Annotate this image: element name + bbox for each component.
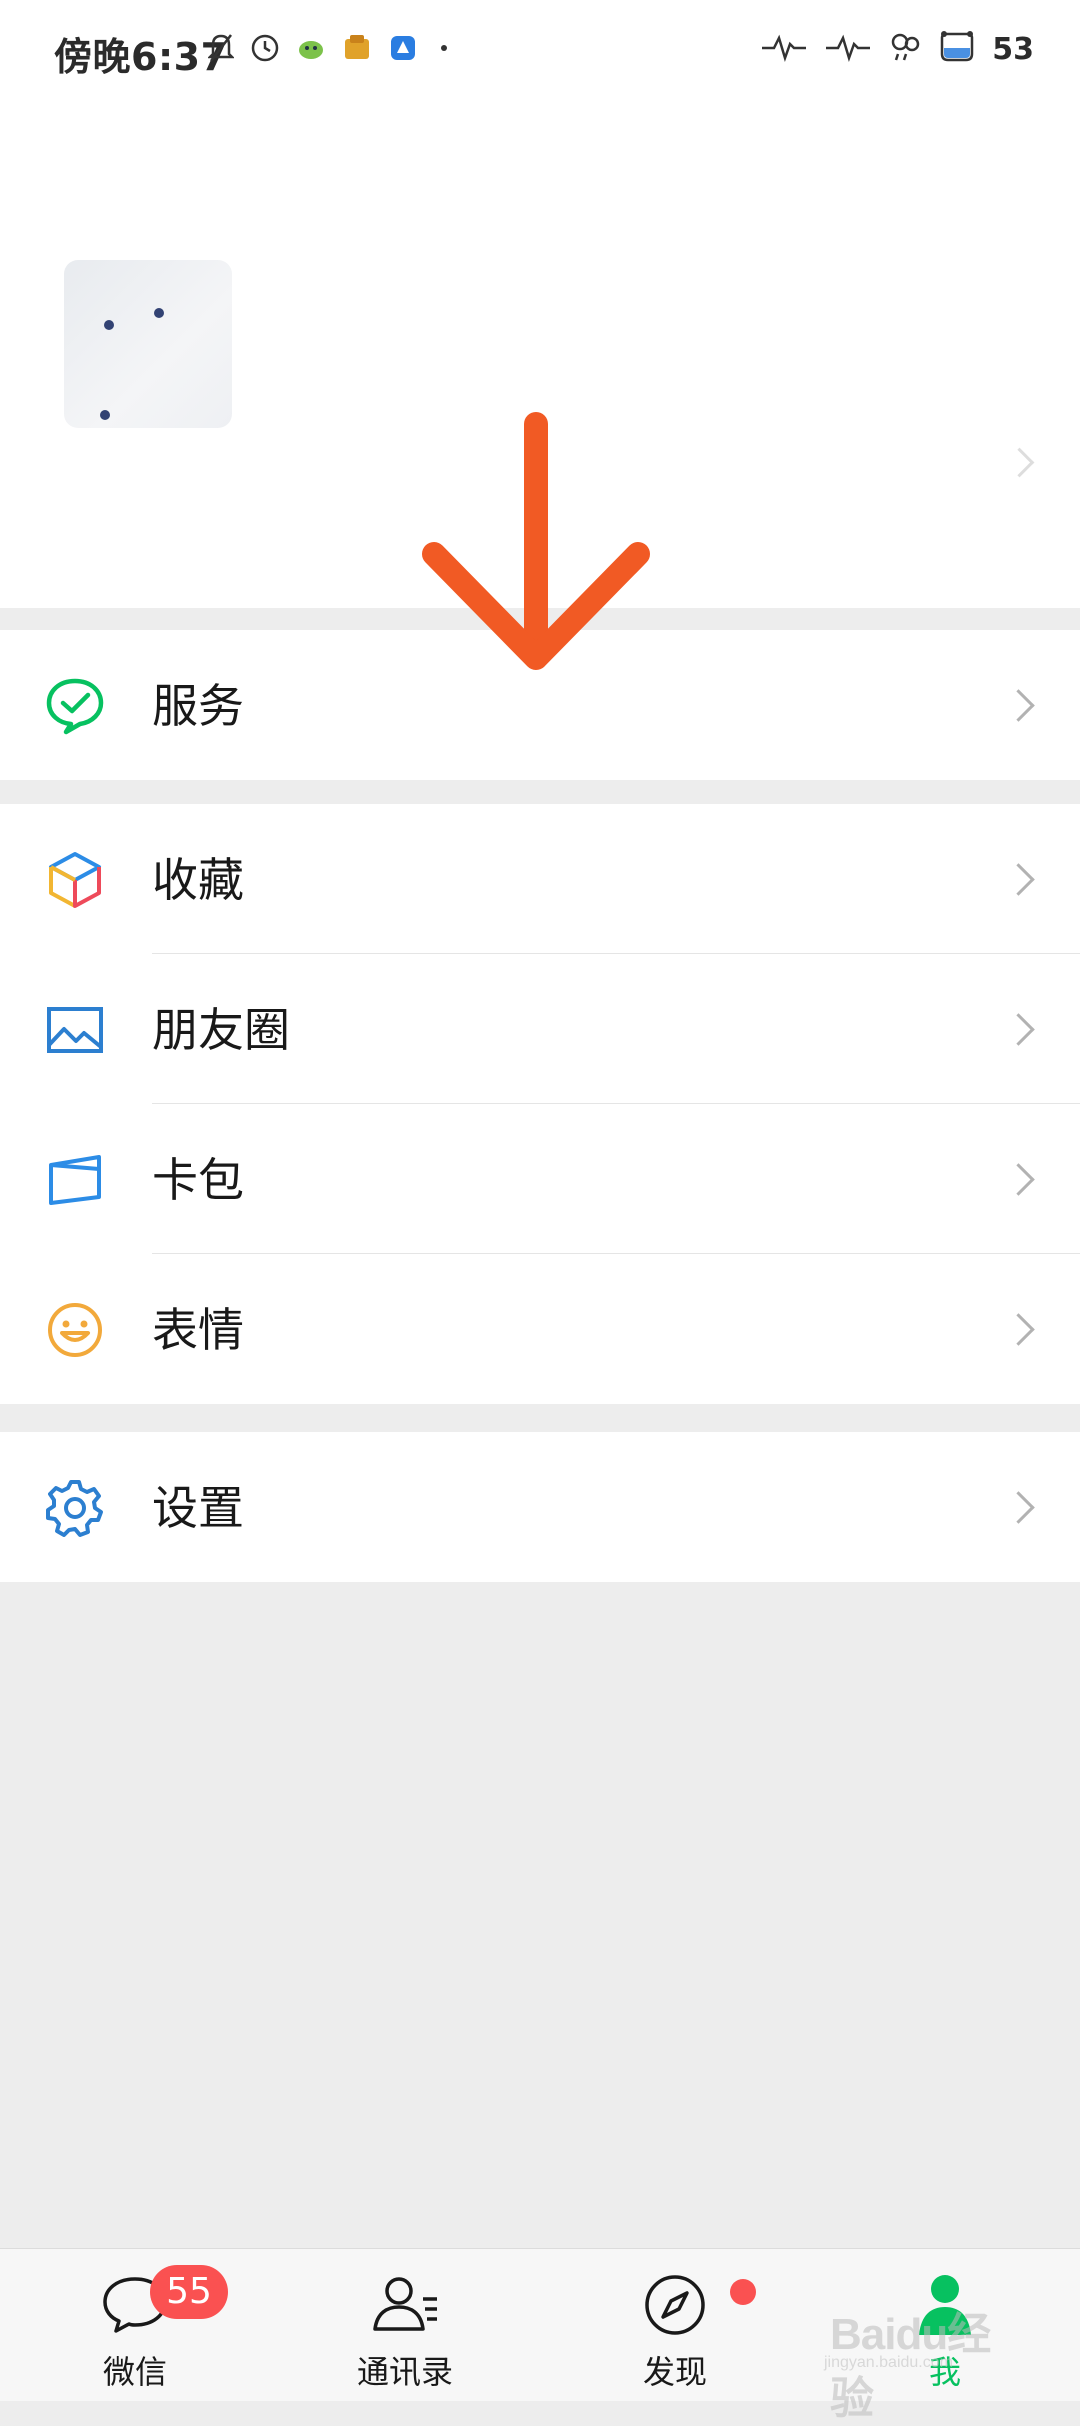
status-bar: 傍晚6:37 53 bbox=[0, 0, 1080, 100]
menu-item-stickers[interactable]: 表情 bbox=[0, 1254, 1080, 1404]
menu-label-favorites: 收藏 bbox=[152, 853, 244, 907]
person-icon bbox=[909, 2269, 981, 2341]
chevron-right-icon bbox=[1002, 1013, 1035, 1046]
tab-label-chats: 微信 bbox=[102, 2353, 167, 2391]
app-notification-icon-1 bbox=[296, 33, 326, 67]
chevron-right-icon bbox=[1002, 863, 1035, 896]
compass-icon bbox=[639, 2269, 711, 2341]
avatar[interactable] bbox=[64, 260, 232, 428]
profile-chevron-icon bbox=[1004, 447, 1035, 478]
profile-header[interactable] bbox=[0, 100, 1080, 608]
services-group: 服务 bbox=[0, 630, 1080, 780]
menu-label-moments: 朋友圈 bbox=[152, 1003, 290, 1057]
tab-contacts[interactable]: 通讯录 bbox=[270, 2249, 540, 2401]
signal-activity-icon-2 bbox=[824, 32, 872, 66]
contacts-icon bbox=[369, 2269, 441, 2341]
silent-bell-icon bbox=[206, 32, 236, 68]
alarm-clock-icon bbox=[250, 33, 280, 67]
avatar-detail bbox=[100, 410, 110, 420]
system-status-icons: 53 bbox=[760, 26, 1034, 72]
card-icon bbox=[44, 1149, 106, 1211]
menu-item-cards[interactable]: 卡包 bbox=[0, 1104, 1080, 1254]
image-icon bbox=[44, 999, 106, 1061]
menu-label-stickers: 表情 bbox=[152, 1303, 244, 1357]
signal-activity-icon-1 bbox=[760, 32, 808, 66]
personal-group: 收藏 朋友圈 卡包 表情 bbox=[0, 804, 1080, 1404]
tab-label-discover: 发现 bbox=[642, 2353, 707, 2391]
smiley-icon bbox=[44, 1299, 106, 1361]
chevron-right-icon bbox=[1002, 1491, 1035, 1524]
chevron-right-icon bbox=[1002, 1313, 1035, 1346]
avatar-detail bbox=[154, 308, 164, 318]
discover-dot-badge bbox=[730, 2279, 756, 2305]
settings-group: 设置 bbox=[0, 1432, 1080, 1582]
menu-item-moments[interactable]: 朋友圈 bbox=[0, 954, 1080, 1104]
app-notification-icon-2 bbox=[342, 33, 372, 67]
battery-level: 53 bbox=[992, 31, 1034, 67]
weather-icon bbox=[888, 30, 922, 68]
menu-item-services[interactable]: 服务 bbox=[0, 630, 1080, 780]
chevron-right-icon bbox=[1002, 1163, 1035, 1196]
tab-chats[interactable]: 55 微信 bbox=[0, 2249, 270, 2401]
status-time: 傍晚6:37 bbox=[54, 35, 228, 79]
chevron-right-icon bbox=[1002, 689, 1035, 722]
unread-badge: 55 bbox=[150, 2265, 228, 2319]
cube-icon bbox=[44, 849, 106, 911]
tab-me[interactable]: 我 bbox=[810, 2249, 1080, 2401]
battery-icon bbox=[938, 30, 976, 68]
menu-item-settings[interactable]: 设置 bbox=[0, 1432, 1080, 1582]
services-check-icon bbox=[44, 675, 106, 737]
notification-icons bbox=[206, 30, 454, 70]
menu-label-services: 服务 bbox=[152, 679, 244, 733]
app-notification-icon-3 bbox=[388, 33, 418, 67]
tab-label-contacts: 通讯录 bbox=[356, 2353, 453, 2391]
menu-item-favorites[interactable]: 收藏 bbox=[0, 804, 1080, 954]
more-notifications-dot-icon bbox=[434, 38, 454, 62]
gear-icon bbox=[44, 1477, 106, 1539]
menu-label-cards: 卡包 bbox=[152, 1153, 244, 1207]
tab-label-me: 我 bbox=[928, 2353, 961, 2391]
bottom-tab-bar: 55 微信 通讯录 发现 我 bbox=[0, 2248, 1080, 2401]
menu-label-settings: 设置 bbox=[152, 1481, 244, 1535]
avatar-detail bbox=[104, 320, 114, 330]
tab-discover[interactable]: 发现 bbox=[540, 2249, 810, 2401]
